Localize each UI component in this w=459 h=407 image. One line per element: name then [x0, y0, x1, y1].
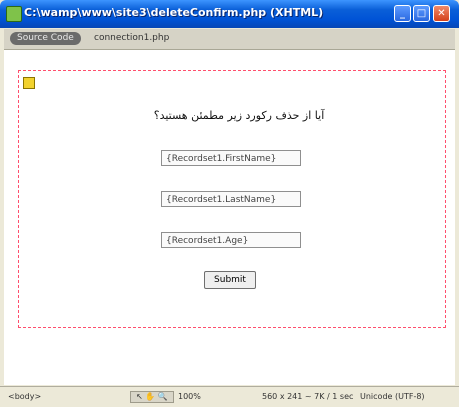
submit-button[interactable]: Submit: [204, 271, 256, 289]
zoom-level[interactable]: 100%: [178, 392, 201, 401]
tab-source-code[interactable]: Source Code: [10, 32, 81, 45]
document-tab-bar: Source Code connection1.php: [4, 29, 455, 50]
dreamweaver-icon: [6, 6, 22, 22]
title-bar[interactable]: C:\wamp\www\site3\deleteConfirm.php (XHT…: [0, 0, 459, 28]
design-canvas[interactable]: آیا از حذف رکورد زیر مطمئن هستید؟ {Recor…: [4, 50, 455, 385]
age-field[interactable]: {Recordset1.Age}: [161, 232, 301, 248]
status-bar: <body> ↖ ✋ 🔍 100% 560 x 241 ~ 7K / 1 sec…: [0, 386, 459, 407]
close-button[interactable]: ✕: [433, 5, 450, 22]
confirm-question: آیا از حذف رکورد زیر مطمئن هستید؟: [153, 109, 325, 122]
form-outline[interactable]: آیا از حذف رکورد زیر مطمئن هستید؟ {Recor…: [18, 70, 446, 328]
encoding-label: Unicode (UTF-8): [360, 392, 425, 401]
tag-selector[interactable]: <body>: [8, 392, 41, 401]
maximize-button[interactable]: □: [413, 5, 430, 22]
app-window: C:\wamp\www\site3\deleteConfirm.php (XHT…: [0, 0, 459, 407]
select-tools[interactable]: ↖ ✋ 🔍: [130, 391, 174, 403]
window-title: C:\wamp\www\site3\deleteConfirm.php (XHT…: [24, 6, 324, 19]
window-size: 560 x 241 ~ 7K / 1 sec: [262, 392, 354, 401]
minimize-button[interactable]: _: [394, 5, 411, 22]
form-marker-icon: [23, 77, 35, 89]
lastname-field[interactable]: {Recordset1.LastName}: [161, 191, 301, 207]
related-file-link[interactable]: connection1.php: [94, 32, 169, 45]
firstname-field[interactable]: {Recordset1.FirstName}: [161, 150, 301, 166]
